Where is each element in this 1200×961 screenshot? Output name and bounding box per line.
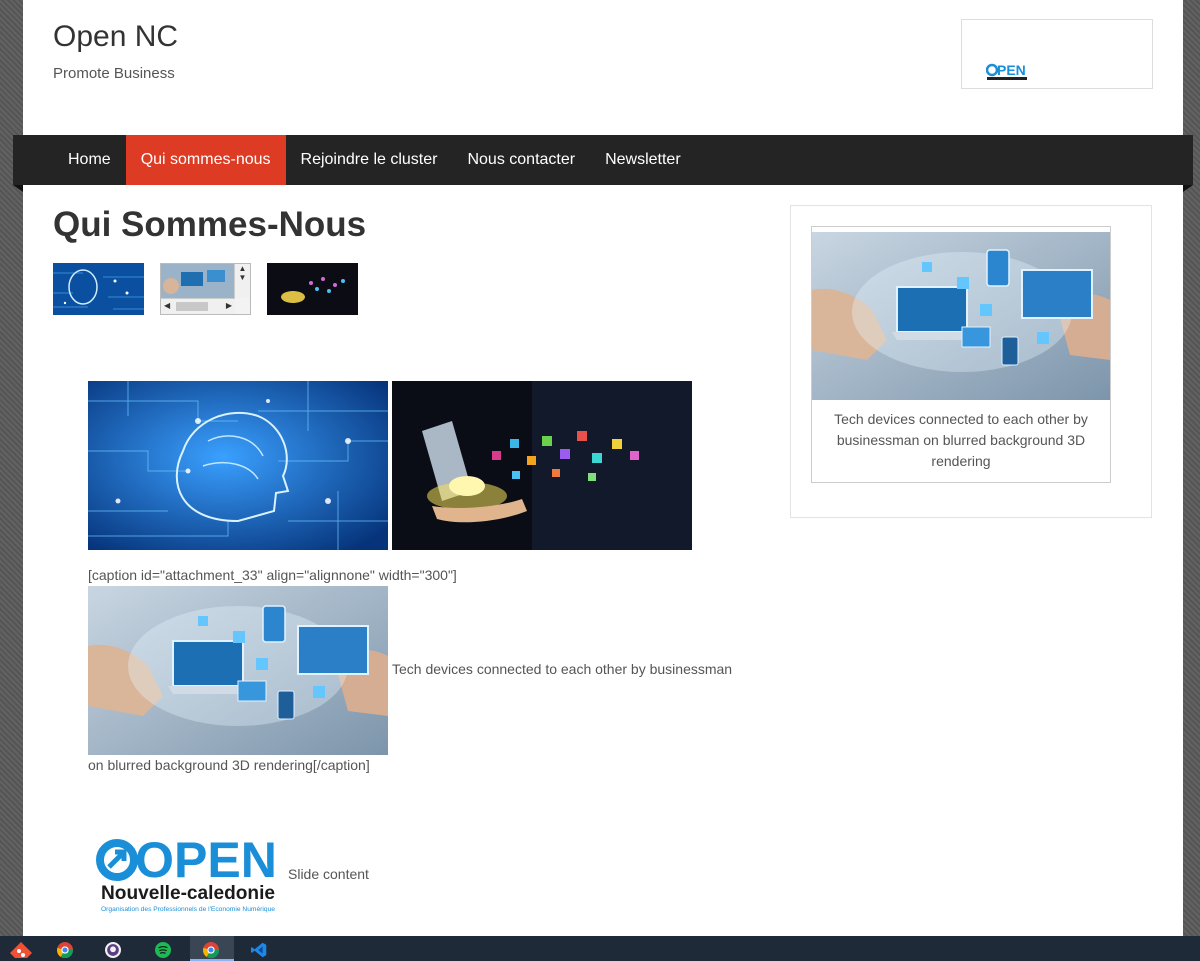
os-taskbar [0,936,1200,961]
sidebar-figure: Tech devices connected to each other by … [811,226,1111,483]
logo-subline: Organisation des Professionnels de l'Eco… [101,907,276,913]
scrollbar-thumb[interactable] [176,302,208,311]
caption-shortcode-open: [caption id="attachment_33" align="align… [88,567,457,583]
slide-content-text: Slide content [288,866,369,882]
main-navigation: Home Qui sommes-nous Rejoindre le cluster N… [13,135,1193,192]
chrome-active-icon[interactable] [190,936,234,961]
sidebar-figure-caption: Tech devices connected to each other by … [834,411,1088,469]
page-title: Qui Sommes-Nous [53,205,367,244]
gallery-image-app-cloud[interactable] [392,381,692,550]
thumbnail-horizontal-scrollbar[interactable]: ◀ ▶ [161,298,235,314]
caption-image-tech-devices[interactable] [88,586,388,755]
site-tagline: Promote Business [53,65,175,82]
github-icon[interactable] [92,936,136,961]
svg-text:PEN: PEN [997,62,1026,78]
nav-item-newsletter[interactable]: Newsletter [590,135,696,185]
header-logo[interactable]: PEN [961,19,1153,89]
logo-region: Nouvelle-caledonie [101,883,275,904]
open-logo-icon: PEN [986,62,1027,80]
thumbnail-vertical-scrollbar[interactable]: ▲ ▼ [234,264,250,298]
sidebar-image-tech-devices[interactable] [812,232,1110,400]
caption-text-inline: Tech devices connected to each other by … [392,661,733,677]
sidebar-widget: Tech devices connected to each other by … [790,205,1152,518]
nav-item-nous-contacter[interactable]: Nous contacter [452,135,590,185]
vscode-icon[interactable] [238,936,282,961]
git-icon[interactable] [0,936,44,961]
thumbnail-tech-devices[interactable]: ▲ ▼ ◀ ▶ [160,263,251,315]
chrome-icon[interactable] [44,936,88,961]
nav-item-home[interactable]: Home [53,135,126,185]
caption-shortcode-close: on blurred background 3D rendering[/capt… [88,757,370,773]
site-title[interactable]: Open NC [53,20,178,54]
thumbnail-app-cloud[interactable] [267,263,358,315]
nav-item-rejoindre-le-cluster[interactable]: Rejoindre le cluster [286,135,453,185]
gallery-image-ai-brain[interactable] [88,381,388,550]
thumbnail-ai-brain[interactable] [53,263,144,315]
open-nc-logo[interactable]: OPEN Nouvelle-caledonie Organisation des… [95,832,281,915]
logo-word: OPEN [135,833,277,888]
spotify-icon[interactable] [142,936,186,961]
nav-item-qui-sommes-nous[interactable]: Qui sommes-nous [125,135,286,185]
